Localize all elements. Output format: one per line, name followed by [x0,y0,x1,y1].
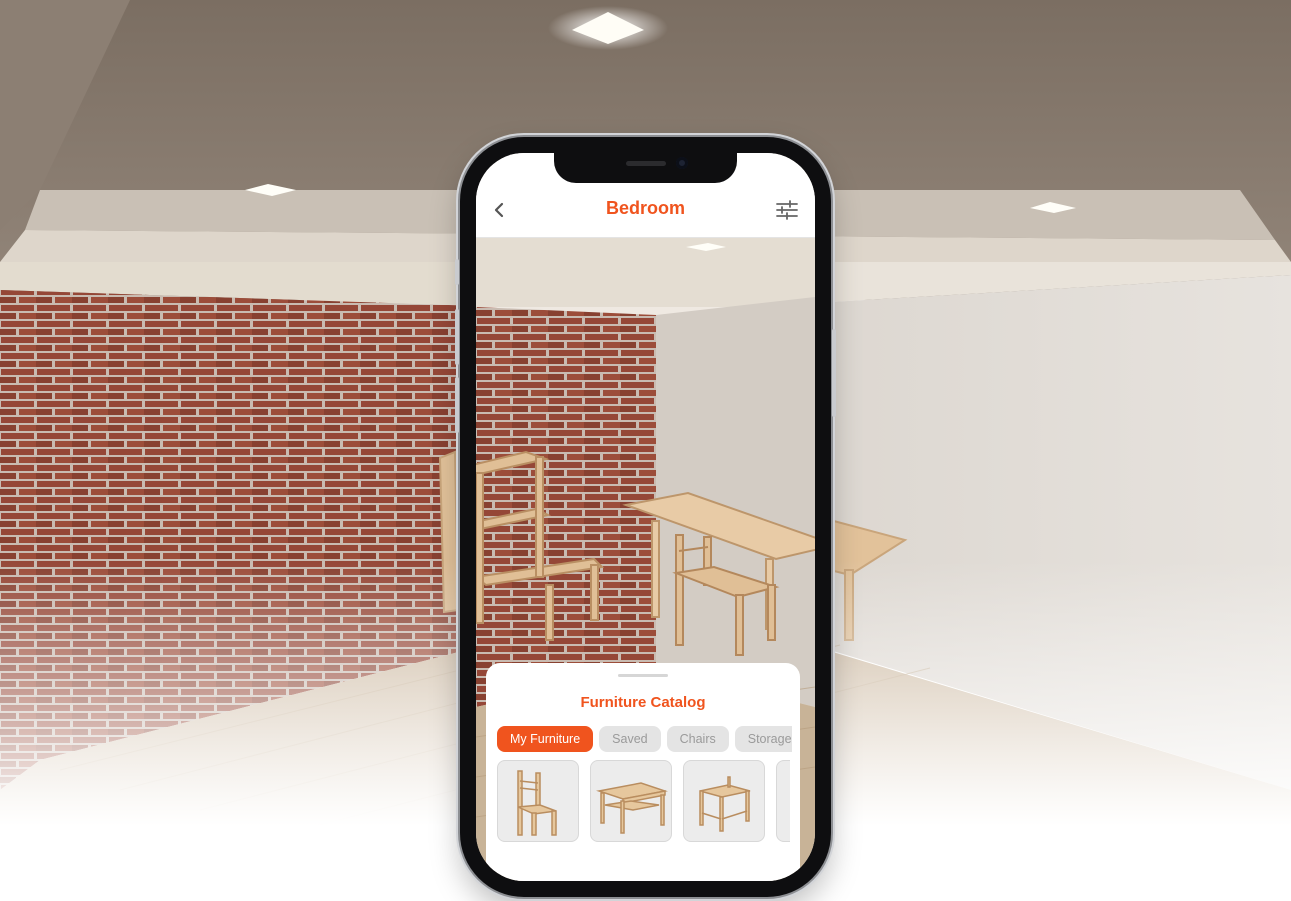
chair-icon [517,770,557,836]
furniture-item-side-table[interactable] [683,760,765,842]
page-title: Bedroom [605,198,685,218]
tab-storage[interactable]: Storage [734,726,792,752]
side-table-icon [699,776,751,832]
furniture-items [497,760,790,844]
sheet-drag-handle[interactable] [618,674,668,677]
furniture-item-more[interactable] [776,760,790,842]
tab-saved[interactable]: Saved [599,726,661,752]
category-tabs: My Furniture Saved Chairs Storage [497,726,792,754]
front-camera [676,157,688,169]
furniture-catalog-sheet: Furniture Catalog My Furniture Saved Chair… [486,663,800,881]
furniture-item-desk[interactable] [590,760,672,842]
phone-mockup: Bedroom Furniture Catalog My Furniture S… [455,137,836,897]
notch [554,153,737,183]
sliders-icon [776,200,798,220]
tab-chairs[interactable]: Chairs [666,726,729,752]
filter-button[interactable] [774,198,800,222]
furniture-item-chair[interactable] [497,760,579,842]
speaker [626,161,666,166]
app-screen: Bedroom Furniture Catalog My Furniture S… [476,153,815,881]
catalog-title: Furniture Catalog [580,694,706,711]
tab-my-furniture[interactable]: My Furniture [497,726,594,752]
desk-icon [596,782,668,834]
